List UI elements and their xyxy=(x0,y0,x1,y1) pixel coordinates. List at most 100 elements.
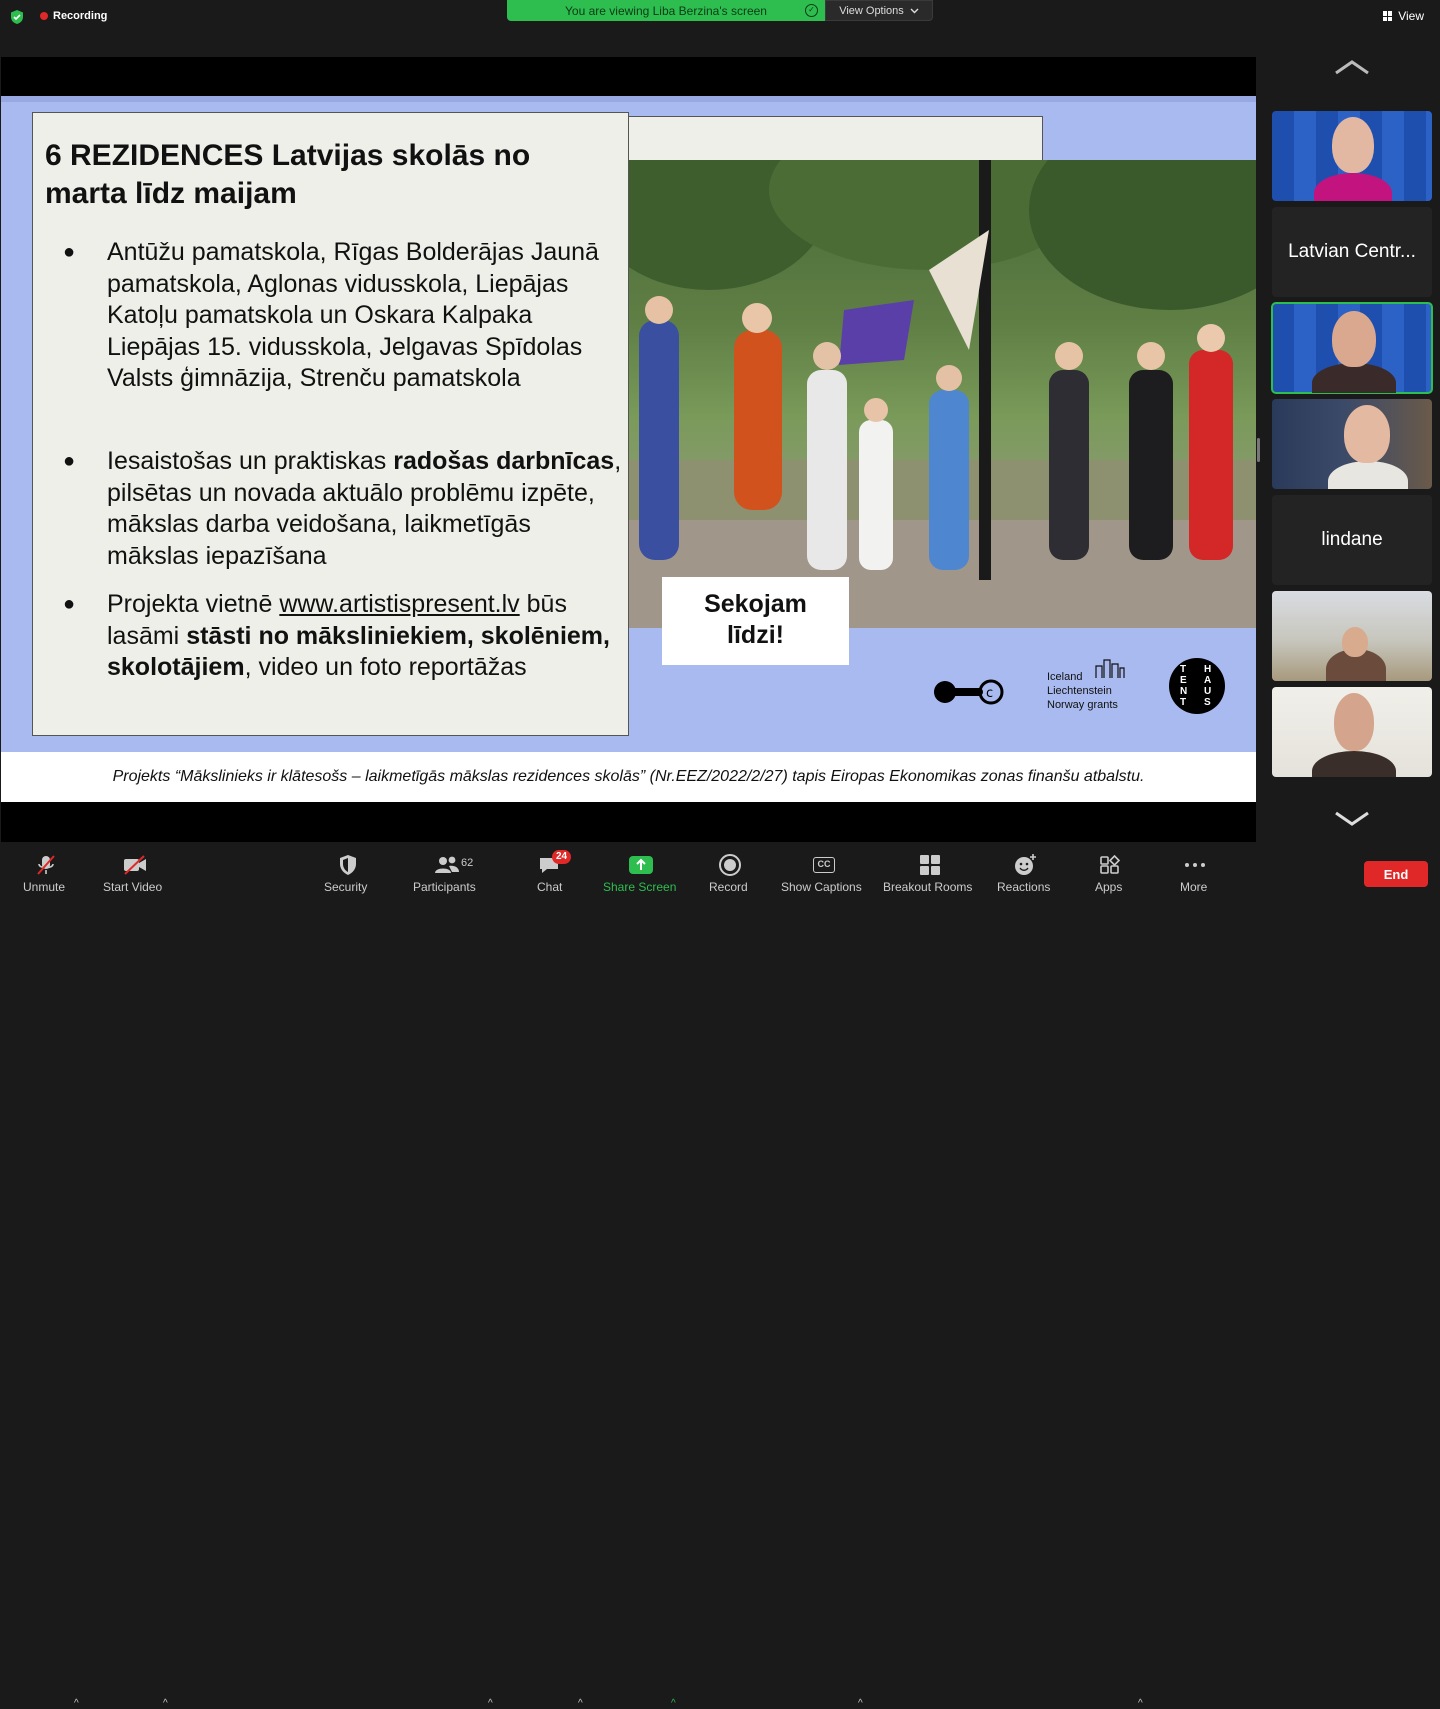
end-meeting-button[interactable]: End xyxy=(1364,861,1428,887)
photo-caption-line2: līdzi! xyxy=(727,621,784,649)
record-button[interactable]: Record xyxy=(707,842,753,900)
tent-haus-logo: TENT HAUS xyxy=(1169,658,1225,714)
slide-text-card: 6 REZIDENCES Latvijas skolās no marta lī… xyxy=(32,112,629,736)
bullet3-text-d: , video un foto reportāžas xyxy=(244,653,527,681)
participant-tile-5[interactable]: lindane xyxy=(1272,495,1432,585)
photo-children-illustration xyxy=(629,160,1256,628)
bullet3-text-a: Projekta vietnē xyxy=(107,590,280,618)
photo-caption-line1: Sekojam xyxy=(704,590,807,618)
gallery-up-arrow-icon[interactable] xyxy=(1332,58,1372,78)
captions-icon-text: CC xyxy=(813,857,835,873)
participant-name: lindane xyxy=(1321,529,1383,550)
view-grid-icon xyxy=(1383,11,1393,21)
participant-tile-3-active-speaker[interactable] xyxy=(1271,302,1433,394)
recording-indicator[interactable]: Recording xyxy=(40,10,107,22)
unmute-button[interactable]: Unmute xyxy=(20,842,72,900)
participant-tile-1[interactable] xyxy=(1272,111,1432,201)
reactions-button[interactable]: Reactions xyxy=(995,842,1055,900)
apps-options-caret-icon[interactable]: ^ xyxy=(1138,1698,1143,1709)
apps-label: Apps xyxy=(1095,880,1123,894)
participant-face xyxy=(1344,405,1390,463)
slide-title-line1: 6 REZIDENCES Latvijas skolās no xyxy=(45,139,531,172)
participant-face xyxy=(1342,627,1368,657)
gallery-down-arrow-icon[interactable] xyxy=(1332,808,1372,828)
grants-line3: Norway grants xyxy=(1047,698,1118,712)
grants-line2: Liechtenstein xyxy=(1047,685,1112,697)
more-label: More xyxy=(1180,880,1208,894)
slide-title: 6 REZIDENCES Latvijas skolās no marta lī… xyxy=(45,137,605,213)
viewing-screen-banner: You are viewing Liba Berzina's screen ✓ xyxy=(507,0,825,21)
participant-tile-7[interactable] xyxy=(1272,687,1432,777)
check-circle-icon: ✓ xyxy=(805,4,818,17)
show-captions-button[interactable]: CC Show Captions xyxy=(780,842,866,900)
start-video-button[interactable]: Start Video xyxy=(102,842,168,900)
video-options-caret-icon[interactable]: ^ xyxy=(163,1698,168,1709)
more-dots-icon xyxy=(1185,863,1205,867)
breakout-rooms-grid-icon xyxy=(920,855,940,875)
viewing-banner-text: You are viewing Liba Berzina's screen xyxy=(565,3,767,18)
website-link[interactable]: www.artistispresent.lv xyxy=(279,590,519,618)
slide-decor-tab xyxy=(629,116,1043,161)
security-button[interactable]: Security xyxy=(322,842,374,900)
apps-icon xyxy=(1100,854,1121,874)
participant-face xyxy=(1332,311,1376,367)
participant-face xyxy=(1334,693,1374,751)
grants-bars-icon xyxy=(1095,659,1125,678)
security-shield-icon[interactable] xyxy=(9,9,25,25)
participant-body xyxy=(1312,751,1396,777)
view-button[interactable]: View xyxy=(1383,9,1424,23)
more-button[interactable]: More xyxy=(1175,842,1215,900)
participant-body xyxy=(1328,461,1408,489)
recording-label: Recording xyxy=(53,10,108,22)
security-label: Security xyxy=(324,880,368,894)
closed-captions-icon: CC xyxy=(812,853,836,877)
bullet-website: Projekta vietnē www.artistispresent.lv b… xyxy=(63,589,627,684)
chat-button[interactable]: 24 Chat xyxy=(530,842,572,900)
gallery-resize-handle[interactable] xyxy=(1257,438,1260,462)
record-label: Record xyxy=(709,880,748,894)
video-off-icon xyxy=(124,855,146,875)
participant-tile-2[interactable]: Latvian Centr... xyxy=(1272,207,1432,297)
top-bar: Recording You are viewing Liba Berzina's… xyxy=(0,0,1440,56)
presentation-slide: 6 REZIDENCES Latvijas skolās no marta lī… xyxy=(1,96,1256,752)
share-screen-arrow-icon xyxy=(629,856,653,874)
svg-text:c: c xyxy=(986,686,993,701)
recording-dot-icon xyxy=(40,12,48,20)
meeting-toolbar: Unmute ^ Start Video ^ Security 62 Parti… xyxy=(0,842,1440,1709)
captions-options-caret-icon[interactable]: ^ xyxy=(858,1698,863,1709)
start-video-label: Start Video xyxy=(103,880,163,894)
reactions-label: Reactions xyxy=(997,880,1051,894)
participants-button[interactable]: 62 Participants xyxy=(411,842,481,900)
slide-logos: c Iceland Liechtenstein Norway grants TE… xyxy=(931,656,1231,726)
unmute-label: Unmute xyxy=(23,880,66,894)
slide-footer: Projekts “Mākslinieks ir klātesošs – lai… xyxy=(1,752,1256,802)
participants-icon xyxy=(435,856,459,873)
apps-button[interactable]: Apps xyxy=(1092,842,1128,900)
chevron-down-icon xyxy=(910,8,919,13)
eea-grants-logo: Iceland Liechtenstein Norway grants xyxy=(1047,659,1125,712)
share-options-caret-icon[interactable]: ^ xyxy=(671,1698,676,1709)
bullet-schools: Antūžu pamatskola, Rīgas Bolderājas Jaun… xyxy=(63,237,627,395)
audio-options-caret-icon[interactable]: ^ xyxy=(74,1698,79,1709)
bullet2-text-a: Iesaistošas un praktiskas xyxy=(107,447,394,475)
photo-caption: Sekojam līdzi! xyxy=(662,577,849,665)
breakout-rooms-label: Breakout Rooms xyxy=(883,880,973,894)
record-icon xyxy=(719,854,741,876)
share-screen-button[interactable]: Share Screen xyxy=(601,842,681,900)
participant-body xyxy=(1314,173,1392,201)
participant-body xyxy=(1312,363,1396,393)
bullet-workshops: Iesaistošas un praktiskas radošas darbnī… xyxy=(63,446,627,572)
participant-face xyxy=(1332,117,1374,173)
chat-label: Chat xyxy=(537,880,563,894)
participants-options-caret-icon[interactable]: ^ xyxy=(488,1698,493,1709)
participant-tile-6[interactable] xyxy=(1272,591,1432,681)
participant-tile-4[interactable] xyxy=(1272,399,1432,489)
share-screen-label: Share Screen xyxy=(603,880,677,894)
participants-count: 62 xyxy=(461,857,474,869)
view-options-label: View Options xyxy=(839,4,904,17)
breakout-rooms-button[interactable]: Breakout Rooms xyxy=(882,842,978,900)
chat-unread-badge: 24 xyxy=(552,850,572,864)
view-options-button[interactable]: View Options xyxy=(825,0,933,21)
slide-photo xyxy=(629,160,1256,628)
chat-options-caret-icon[interactable]: ^ xyxy=(578,1698,583,1709)
